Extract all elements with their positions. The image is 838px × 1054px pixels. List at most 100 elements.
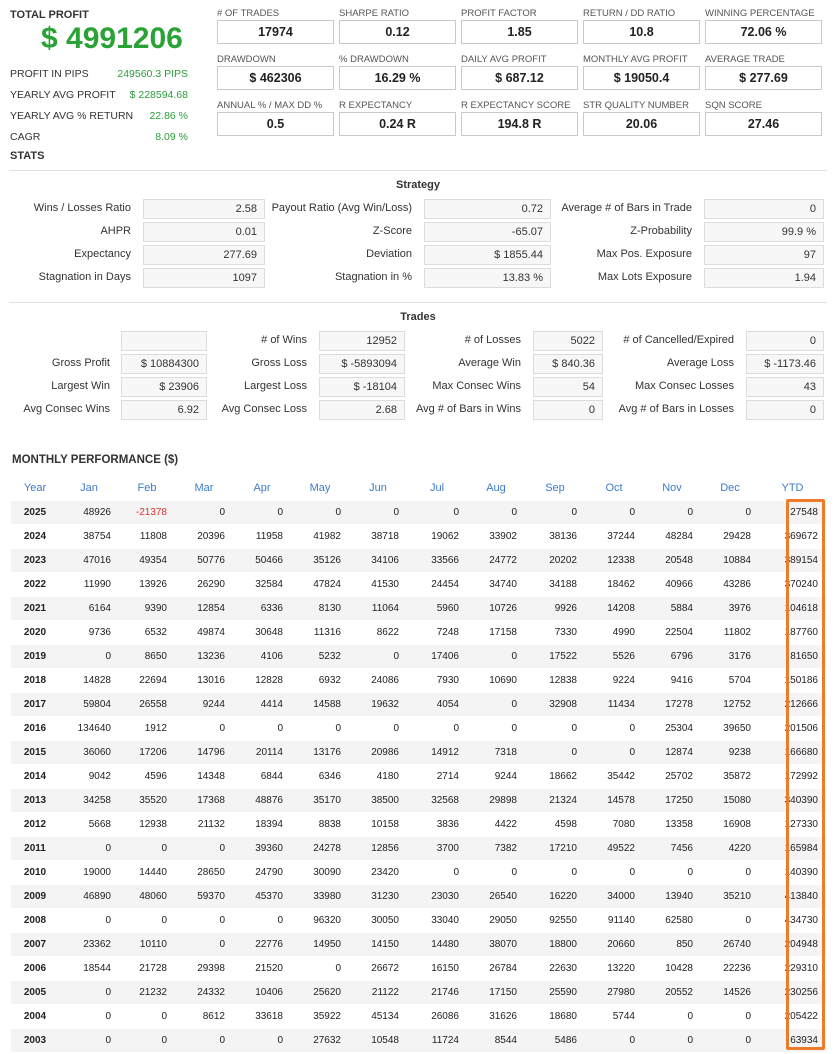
total-profit-value: $ 4991206 — [41, 22, 183, 55]
stat-value-payout-ratio-avg-win-loss: 0.72 — [424, 199, 551, 219]
col-header-jun: Jun — [369, 481, 387, 494]
month-cell: 33566 — [407, 547, 467, 572]
ytd-cell: 204948 — [759, 931, 826, 956]
month-cell: 4106 — [233, 643, 291, 668]
month-cell: 10690 — [467, 667, 525, 692]
month-cell: 14348 — [175, 763, 233, 788]
month-cell: 11958 — [233, 523, 291, 548]
month-cell: 34258 — [59, 787, 119, 812]
month-cell: 23030 — [407, 883, 467, 908]
month-cell: 3176 — [701, 643, 759, 668]
year-cell: 2025 — [11, 499, 59, 524]
month-cell: 36060 — [59, 739, 119, 764]
year-cell: 2014 — [11, 763, 59, 788]
table-row: 2009 46890 48060 59370 45370 33980 31230 23030 2… — [11, 883, 826, 908]
metric-label: SHARPE RATIO — [339, 8, 410, 19]
month-cell: 0 — [175, 499, 233, 524]
trade-value-max-consec-wins: 54 — [533, 377, 603, 397]
trades-title: Trades — [400, 311, 436, 323]
month-cell: 26784 — [467, 955, 525, 980]
month-cell: 0 — [291, 715, 349, 740]
table-header-row: Year Jan Feb Mar Apr May Jun Jul Aug Sep Oct Nov Dec… — [11, 476, 826, 500]
ytd-cell: 413840 — [759, 883, 826, 908]
ytd-cell: 27548 — [759, 499, 826, 524]
year-cell: 2003 — [11, 1027, 59, 1052]
stat-label-expectancy: Expectancy — [74, 248, 131, 260]
month-cell: 59370 — [175, 883, 233, 908]
ytd-cell: 127330 — [759, 811, 826, 836]
month-cell: 33902 — [467, 523, 525, 548]
month-cell: 5884 — [643, 595, 701, 620]
ytd-cell: 340390 — [759, 787, 826, 812]
month-cell: 14912 — [407, 739, 467, 764]
month-cell: 47824 — [291, 571, 349, 596]
stat-label-stagnation-in-days: Stagnation in Days — [38, 271, 131, 283]
col-header-may: May — [309, 481, 331, 494]
table-row: 2006 18544 21728 29398 21520 0 26672 16150 26784… — [11, 955, 826, 980]
month-cell: 8838 — [291, 811, 349, 836]
stats-title: STATS — [10, 150, 45, 162]
month-cell: 0 — [585, 739, 643, 764]
table-row: 2011 0 0 0 39360 24278 12856 3700 7382 17210 49522… — [11, 835, 826, 860]
stat-value-max-lots-exposure: 1.94 — [704, 268, 824, 288]
trade-value-of-cancelled-expired: 0 — [746, 331, 824, 351]
trades-panel: Trades # of Wins 12952 # of Losses 5022 # of… — [9, 302, 827, 424]
month-cell: 0 — [175, 835, 233, 860]
stat-label-average-of-bars-in-trade: Average # of Bars in Trade — [561, 202, 692, 214]
month-cell: 48876 — [233, 787, 291, 812]
ytd-cell: 81650 — [759, 643, 826, 668]
month-cell: 1912 — [119, 715, 175, 740]
month-cell: 0 — [59, 643, 119, 668]
month-cell: 32908 — [525, 691, 585, 716]
metric-label: # OF TRADES — [217, 8, 280, 19]
month-cell: 6532 — [119, 619, 175, 644]
summary-row-value: $ 228594.68 — [129, 88, 188, 101]
month-cell: 134640 — [59, 715, 119, 740]
year-cell: 2023 — [11, 547, 59, 572]
month-cell: 49522 — [585, 835, 643, 860]
trade-label-largest-loss: Largest Loss — [244, 380, 307, 392]
month-cell: 27632 — [291, 1027, 349, 1052]
month-cell: 37244 — [585, 523, 643, 548]
month-cell: 0 — [643, 859, 701, 884]
month-cell: 13926 — [119, 571, 175, 596]
month-cell: 30648 — [233, 619, 291, 644]
month-cell: 0 — [233, 1027, 291, 1052]
monthly-performance-table: Year Jan Feb Mar Apr May Jun Jul Aug Sep Oct Nov Dec… — [11, 476, 826, 1052]
trade-value-of-losses: 5022 — [533, 331, 603, 351]
table-row: 2016 134640 1912 0 0 0 0 0 0 0 0 25304 39650 201506 — [11, 715, 826, 740]
month-cell: 46890 — [59, 883, 119, 908]
month-cell: 19062 — [407, 523, 467, 548]
year-cell: 2008 — [11, 907, 59, 932]
month-cell: 7330 — [525, 619, 585, 644]
month-cell: 9042 — [59, 763, 119, 788]
month-cell: 0 — [467, 859, 525, 884]
month-cell: 0 — [233, 715, 291, 740]
stat-value-expectancy: 277.69 — [143, 245, 265, 265]
year-cell: 2012 — [11, 811, 59, 836]
month-cell: 35210 — [701, 883, 759, 908]
metric-value: 17974 — [217, 20, 334, 44]
month-cell: 21324 — [525, 787, 585, 812]
month-cell: 17150 — [467, 979, 525, 1004]
month-cell: 0 — [585, 715, 643, 740]
ytd-cell: 201506 — [759, 715, 826, 740]
table-row: 2021 6164 9390 12854 6336 8130 11064 5960 10726 9… — [11, 595, 826, 620]
month-cell: 0 — [643, 1003, 701, 1028]
stat-value-max-pos-exposure: 97 — [704, 245, 824, 265]
month-cell: 0 — [59, 1027, 119, 1052]
metric-value: 0.12 — [339, 20, 456, 44]
month-cell: 45370 — [233, 883, 291, 908]
trade-label-max-consec-wins: Max Consec Wins — [432, 380, 521, 392]
month-cell: 0 — [59, 1003, 119, 1028]
month-cell: 0 — [643, 499, 701, 524]
year-cell: 2007 — [11, 931, 59, 956]
month-cell: 0 — [585, 1027, 643, 1052]
month-cell: 0 — [407, 499, 467, 524]
stat-value-stagnation-in: 13.83 % — [424, 268, 551, 288]
month-cell: 5704 — [701, 667, 759, 692]
metric-label: R EXPECTANCY — [339, 100, 413, 111]
month-cell: 25702 — [643, 763, 701, 788]
month-cell: 91140 — [585, 907, 643, 932]
month-cell: 8650 — [119, 643, 175, 668]
